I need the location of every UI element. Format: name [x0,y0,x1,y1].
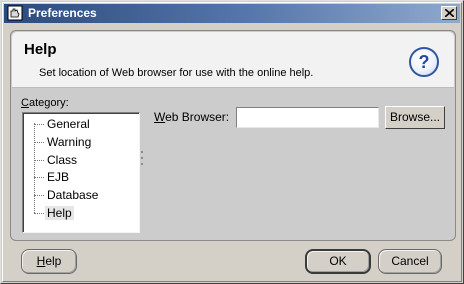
tree-item-label: Class [47,153,78,167]
tree-item-warning[interactable]: Warning [34,134,134,150]
tree-item-label: Warning [47,135,92,149]
category-label: Category: [21,97,69,109]
window-title: Preferences [28,6,97,20]
category-label-mnemonic: C [21,97,29,109]
category-label-text: ategory: [28,97,69,109]
tree-branch [34,160,44,161]
web-browser-label-mnemonic: W [154,110,166,124]
web-browser-label-text: eb Browser: [165,110,230,124]
tree-branch [34,142,44,143]
help-button-text: elp [45,254,62,268]
category-tree[interactable]: General Warning Class EJB Database Help [22,112,140,233]
page-title: Help [24,41,57,58]
splitter-handle[interactable] [141,151,144,171]
tree-item-database[interactable]: Database [34,187,134,203]
preferences-dialog: Preferences Help Set location of Web bro… [0,0,464,284]
close-icon [445,9,454,17]
tree-branch [34,213,44,214]
tree-branch [34,177,44,178]
tree-item-general[interactable]: General [34,116,134,132]
tree-item-help[interactable]: Help [34,205,134,221]
category-tree-frame: General Warning Class EJB Database Help [23,113,139,232]
page-subtitle: Set location of Web browser for use with… [39,67,314,79]
header-banner: Help Set location of Web browser for use… [12,32,454,88]
tree-item-label: General [47,117,90,131]
tree-item-ejb[interactable]: EJB [34,169,134,185]
title-bar[interactable]: Preferences [4,4,460,23]
close-button[interactable] [441,6,457,20]
tree-branch [34,195,44,196]
tree-item-label: EJB [47,170,70,184]
tree-item-label: Database [47,188,99,202]
web-browser-input[interactable] [236,107,379,128]
ok-button[interactable]: OK [305,249,371,274]
tree-item-class[interactable]: Class [34,152,134,168]
cancel-button[interactable]: Cancel [378,249,442,274]
help-question-icon[interactable]: ? [409,47,439,77]
browse-button[interactable]: Browse... [385,106,445,129]
content-panel: Help Set location of Web browser for use… [10,30,456,241]
web-browser-label: Web Browser: [154,110,229,124]
tree-branch [34,124,44,125]
app-hand-icon [7,5,23,21]
help-button[interactable]: Help [21,249,77,274]
tree-item-label: Help [45,206,74,220]
